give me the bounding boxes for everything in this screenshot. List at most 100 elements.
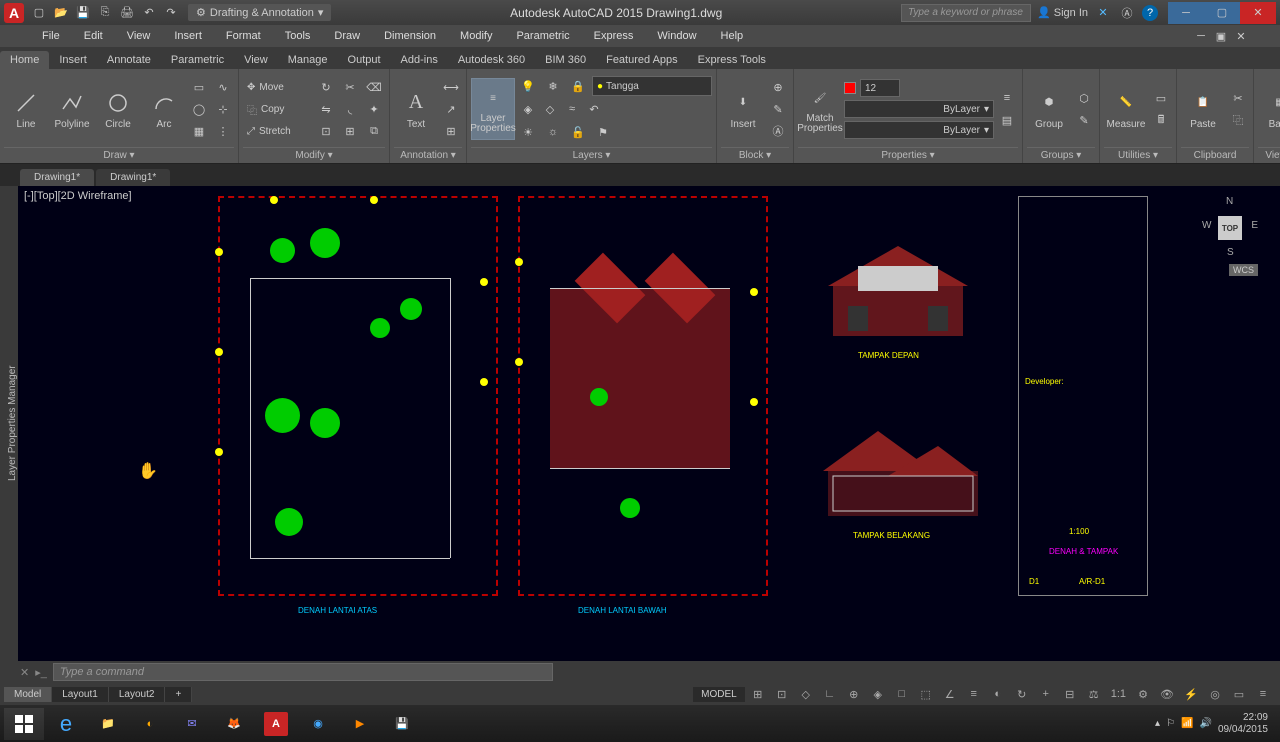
- 3dosnap-icon[interactable]: ⬚: [915, 685, 937, 703]
- layer-manager-panel[interactable]: Layer Properties Manager: [0, 186, 18, 661]
- menu-express[interactable]: Express: [582, 25, 646, 47]
- tray-clock[interactable]: 22:09 09/04/2015: [1218, 712, 1268, 736]
- search-input[interactable]: Type a keyword or phrase: [901, 4, 1031, 22]
- layer-off-icon[interactable]: 💡: [517, 76, 539, 96]
- lineweight-icon[interactable]: ≡: [963, 685, 985, 703]
- panel-draw-title[interactable]: Draw ▾: [4, 147, 234, 163]
- layouttab-add[interactable]: +: [165, 687, 192, 702]
- fillet-icon[interactable]: ◟: [339, 99, 361, 119]
- doc-restore-icon[interactable]: ▣: [1212, 27, 1230, 45]
- match-properties-button[interactable]: 🖌Match Properties: [798, 78, 842, 140]
- props-palette-icon[interactable]: ▤: [996, 110, 1018, 130]
- point-icon[interactable]: ⋮: [212, 121, 234, 141]
- layer-iso-icon[interactable]: ◈: [517, 99, 539, 119]
- layer-state-icon[interactable]: ⚑: [592, 122, 614, 142]
- menu-draw[interactable]: Draw: [322, 25, 372, 47]
- text-button[interactable]: AText: [394, 78, 438, 140]
- measure-button[interactable]: 📏Measure: [1104, 78, 1148, 140]
- panel-annotation-title[interactable]: Annotation ▾: [394, 147, 462, 163]
- layouttab-2[interactable]: Layout2: [109, 687, 166, 702]
- customize-icon[interactable]: ≡: [1252, 685, 1274, 703]
- vlc-icon[interactable]: ▶: [340, 708, 380, 740]
- panel-modify-title[interactable]: Modify ▾: [243, 147, 385, 163]
- arc-button[interactable]: Arc: [142, 78, 186, 140]
- otrack-icon[interactable]: ∠: [939, 685, 961, 703]
- move-button[interactable]: ✥Move: [243, 77, 313, 97]
- viewport-label[interactable]: [-][Top][2D Wireframe]: [24, 190, 132, 202]
- quickprops-icon[interactable]: ⊟: [1059, 685, 1081, 703]
- a360-icon[interactable]: Ⓐ: [1118, 4, 1136, 22]
- explorer-icon[interactable]: 📁: [88, 708, 128, 740]
- menu-format[interactable]: Format: [214, 25, 273, 47]
- autocad-task-icon[interactable]: A: [256, 708, 296, 740]
- saveas-icon[interactable]: ⎘: [96, 4, 114, 22]
- panel-layers-title[interactable]: Layers ▾: [471, 147, 712, 163]
- status-model[interactable]: MODEL: [693, 687, 745, 702]
- annomonitor-icon[interactable]: +: [1035, 685, 1057, 703]
- annoscale-icon[interactable]: ⚖: [1083, 685, 1105, 703]
- menu-help[interactable]: Help: [709, 25, 756, 47]
- viewcube-east[interactable]: E: [1251, 220, 1258, 231]
- doc-minimize-icon[interactable]: ─: [1192, 27, 1210, 45]
- panel-properties-title[interactable]: Properties ▾: [798, 147, 1018, 163]
- doc-close-icon[interactable]: ✕: [1232, 27, 1250, 45]
- menu-file[interactable]: File: [30, 25, 72, 47]
- cycling-icon[interactable]: ↻: [1011, 685, 1033, 703]
- transparency-icon[interactable]: ◐: [987, 685, 1009, 703]
- layer-match-icon[interactable]: ≈: [561, 99, 583, 119]
- linear-dim-icon[interactable]: ⟷: [440, 77, 462, 97]
- table-icon[interactable]: ⊞: [440, 121, 462, 141]
- ungroup-icon[interactable]: ⬡: [1073, 88, 1095, 108]
- layer-unlock-icon[interactable]: 🔓: [567, 122, 589, 142]
- plot-icon[interactable]: 🖨: [118, 4, 136, 22]
- leader-icon[interactable]: ↗: [440, 99, 462, 119]
- menu-window[interactable]: Window: [645, 25, 708, 47]
- doctab-2[interactable]: Drawing1*: [96, 169, 170, 186]
- cleanscreen-icon[interactable]: ▭: [1228, 685, 1250, 703]
- layer-on-icon[interactable]: ☀: [517, 122, 539, 142]
- layer-freeze-icon[interactable]: ❄: [542, 76, 564, 96]
- layouttab-model[interactable]: Model: [4, 687, 52, 702]
- doctab-1[interactable]: Drawing1*: [20, 169, 94, 186]
- polyline-button[interactable]: Polyline: [50, 78, 94, 140]
- viewcube-south[interactable]: S: [1227, 247, 1234, 258]
- tab-home[interactable]: Home: [0, 51, 49, 69]
- line-button[interactable]: Line: [4, 78, 48, 140]
- offset-icon[interactable]: ⧉: [363, 121, 385, 141]
- ellipse-icon[interactable]: ◯: [188, 99, 210, 119]
- panel-groups-title[interactable]: Groups ▾: [1027, 147, 1095, 163]
- open-icon[interactable]: 📂: [52, 4, 70, 22]
- array-icon[interactable]: ⊞: [339, 121, 361, 141]
- rotate-icon[interactable]: ↻: [315, 77, 337, 97]
- trim-icon[interactable]: ✂: [339, 77, 361, 97]
- layer-thaw-icon[interactable]: ☼: [542, 122, 564, 142]
- layer-dropdown[interactable]: ●Tangga: [592, 76, 712, 96]
- menu-tools[interactable]: Tools: [273, 25, 323, 47]
- exchange-icon[interactable]: ✕: [1094, 4, 1112, 22]
- close-button[interactable]: ✕: [1240, 2, 1276, 24]
- copy-button[interactable]: ⿻Copy: [243, 99, 313, 119]
- explode-icon[interactable]: ✦: [363, 99, 385, 119]
- tab-annotate[interactable]: Annotate: [97, 51, 161, 69]
- lineweight-dropdown[interactable]: 12: [860, 79, 900, 97]
- hardware-icon[interactable]: ⚡: [1180, 685, 1202, 703]
- infer-icon[interactable]: ◇: [795, 685, 817, 703]
- view-cube[interactable]: N S E W TOP: [1200, 196, 1260, 256]
- tab-view[interactable]: View: [234, 51, 278, 69]
- viewcube-top[interactable]: TOP: [1218, 216, 1242, 240]
- spline-icon[interactable]: ∿: [212, 77, 234, 97]
- layer-properties-button[interactable]: ≡Layer Properties: [471, 78, 515, 140]
- start-button[interactable]: [4, 708, 44, 740]
- signin-button[interactable]: 👤 Sign In: [1037, 6, 1088, 19]
- maximize-button[interactable]: ▢: [1204, 2, 1240, 24]
- mirror-icon[interactable]: ⇋: [315, 99, 337, 119]
- tab-express[interactable]: Express Tools: [688, 51, 776, 69]
- ie-icon[interactable]: e: [46, 708, 86, 740]
- list-icon[interactable]: ≡: [996, 88, 1018, 108]
- app2-icon[interactable]: ✉: [172, 708, 212, 740]
- tab-autodesk360[interactable]: Autodesk 360: [448, 51, 535, 69]
- viewcube-west[interactable]: W: [1202, 220, 1211, 231]
- insert-block-button[interactable]: ⬇Insert: [721, 78, 765, 140]
- hatch-icon[interactable]: ▦: [188, 121, 210, 141]
- cut-icon[interactable]: ✂: [1227, 88, 1249, 108]
